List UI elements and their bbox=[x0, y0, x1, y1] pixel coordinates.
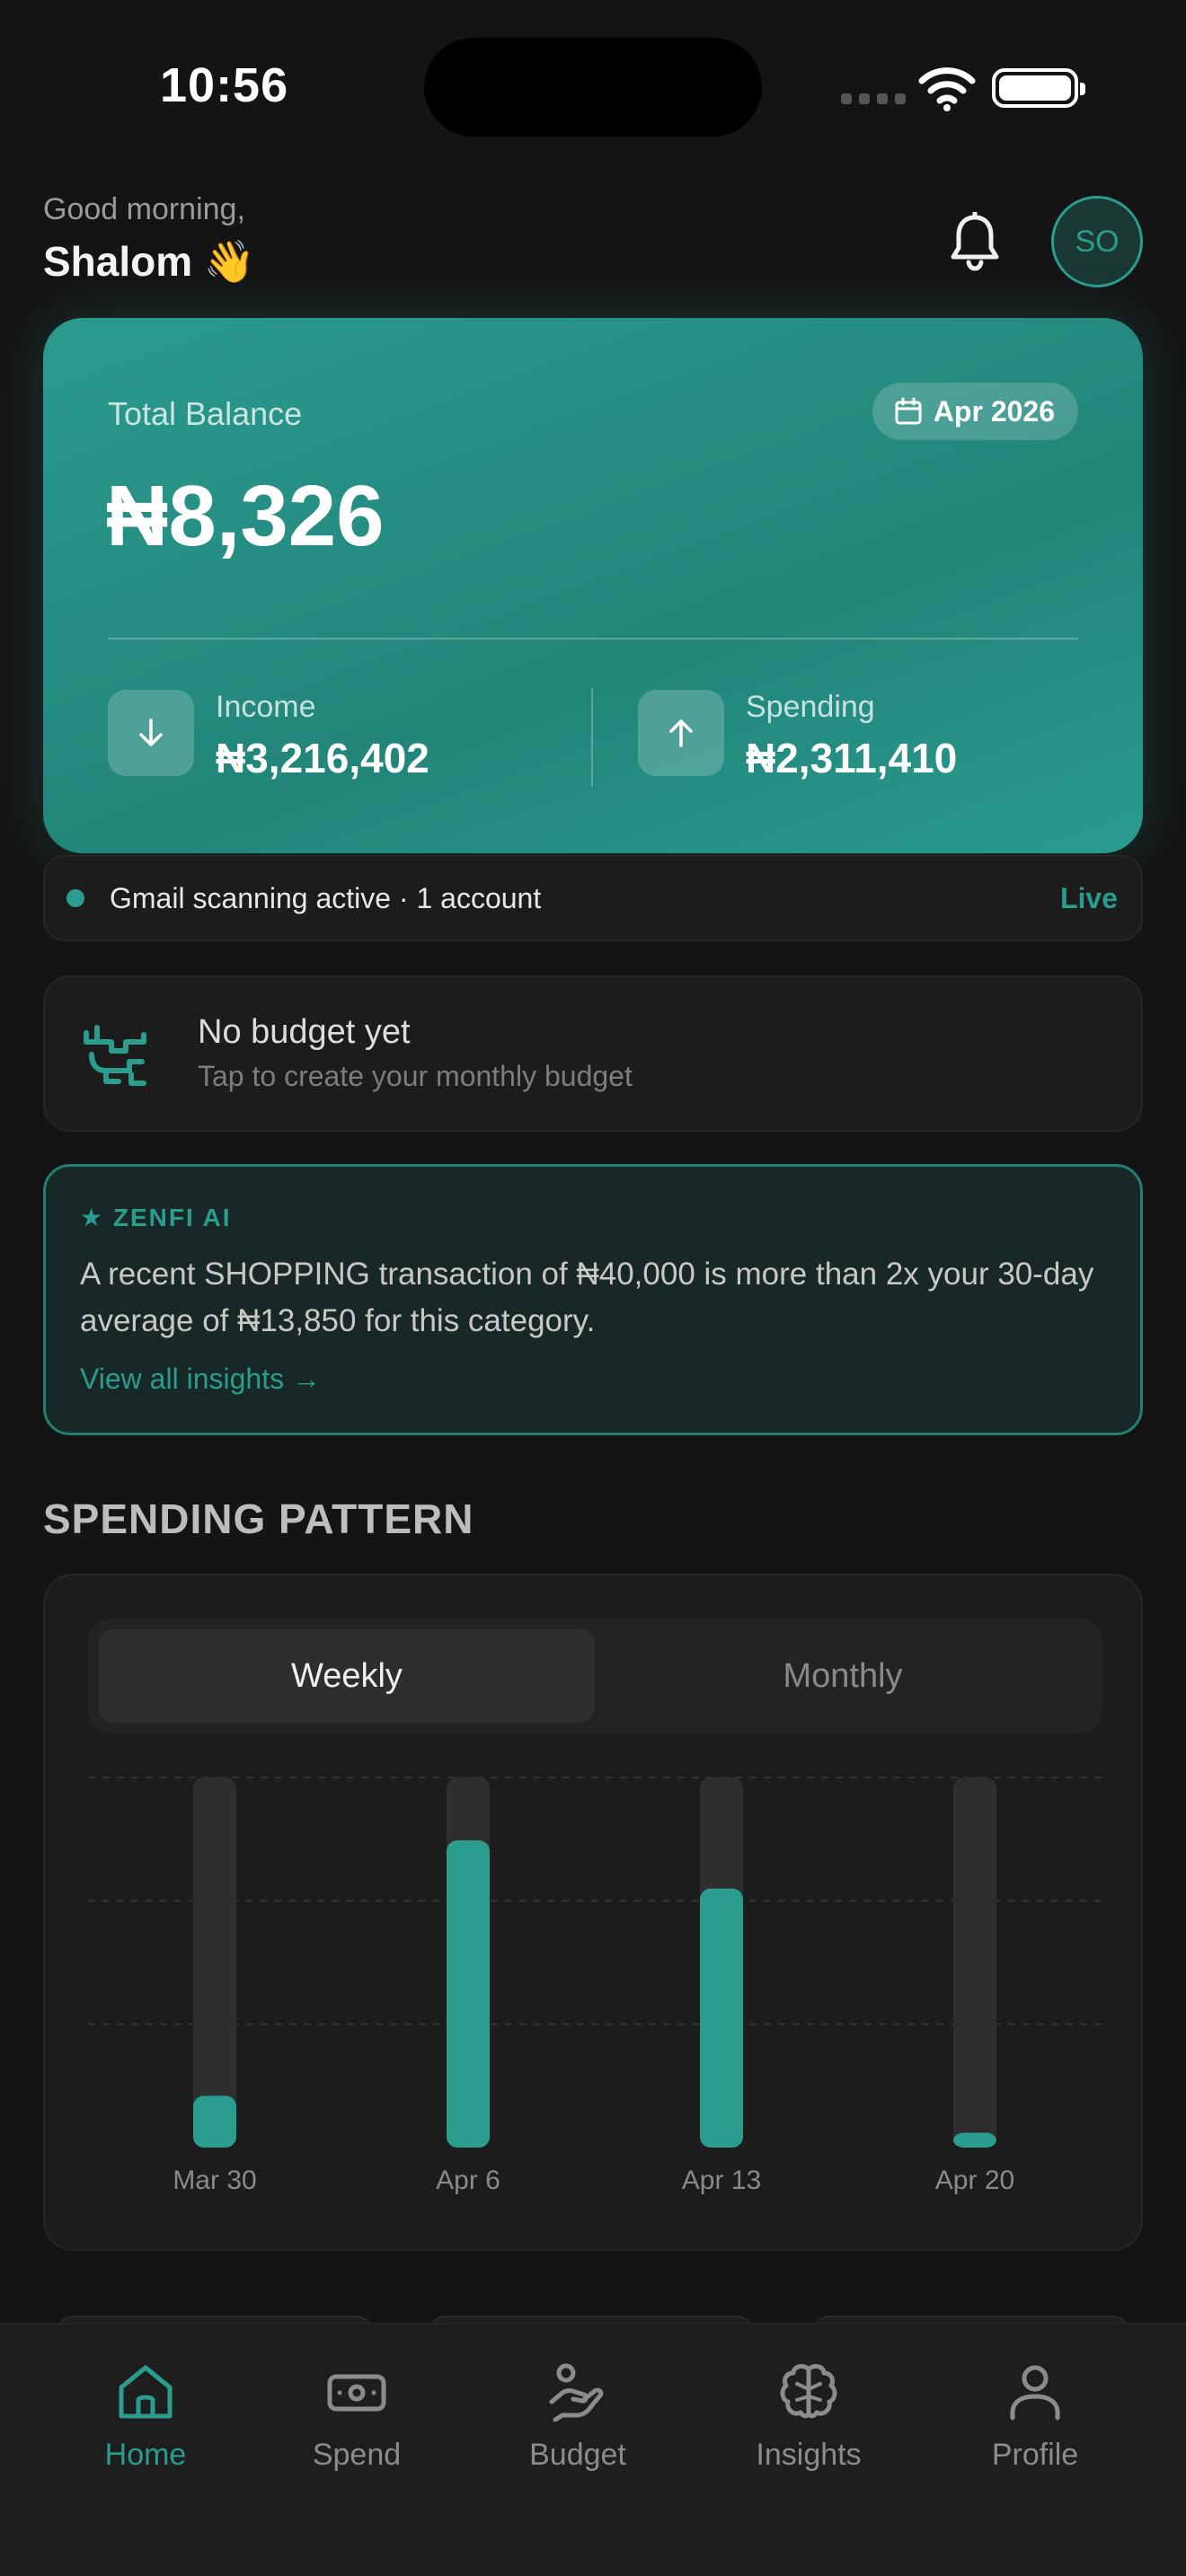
budget-subtitle: Tap to create your monthly budget bbox=[198, 1060, 633, 1092]
gmail-scanning-status[interactable]: Gmail scanning active · 1 account Live bbox=[43, 855, 1143, 941]
hand-coin-icon bbox=[549, 2363, 604, 2422]
home-screen: 10:56 Good morning, Shalom 👋 SO Total Ba… bbox=[0, 0, 1186, 2576]
bar bbox=[193, 2095, 236, 2148]
nav-spend[interactable]: Spend bbox=[276, 2360, 438, 2473]
spending-value: ₦2,311,410 bbox=[746, 735, 958, 781]
nav-label: Profile bbox=[991, 2438, 1079, 2472]
spending-chart-card: Weekly Monthly Mar 30 Apr 6 Apr 13 Apr 20 bbox=[43, 1574, 1143, 2251]
status-time: 10:56 bbox=[160, 58, 289, 112]
ai-insight-text: A recent SHOPPING transaction of ₦40,000… bbox=[80, 1257, 1094, 1338]
piggy-bank-icon bbox=[84, 1025, 146, 1086]
wifi-icon bbox=[918, 67, 976, 111]
bell-icon[interactable] bbox=[947, 212, 1003, 271]
balance-card[interactable]: Total Balance Apr 2026 ₦8,326 Income ₦3,… bbox=[43, 318, 1143, 853]
spending-label: Spending bbox=[746, 690, 875, 724]
bar bbox=[953, 2132, 996, 2148]
nav-profile[interactable]: Profile bbox=[954, 2360, 1116, 2473]
home-icon bbox=[119, 2365, 173, 2419]
dynamic-island bbox=[424, 38, 762, 137]
cellular-signal-icon bbox=[841, 93, 906, 104]
spending-bar-chart: Mar 30 Apr 6 Apr 13 Apr 20 bbox=[88, 1777, 1102, 2195]
nav-label: Spend bbox=[312, 2438, 402, 2472]
nav-home[interactable]: Home bbox=[65, 2360, 226, 2473]
nav-label: Budget bbox=[529, 2438, 626, 2472]
section-title: SPENDING PATTERN bbox=[43, 1495, 474, 1542]
x-tick-label: Apr 20 bbox=[935, 2166, 1014, 2195]
income-label: Income bbox=[216, 690, 316, 724]
ai-insight-card: ★ ZENFI AI A recent SHOPPING transaction… bbox=[43, 1164, 1143, 1435]
view-all-insights-link[interactable]: View all insights → bbox=[80, 1363, 321, 1396]
x-tick-label: Apr 13 bbox=[682, 2166, 761, 2195]
live-dot-icon bbox=[66, 889, 84, 907]
cash-icon bbox=[327, 2374, 386, 2412]
calendar-icon bbox=[895, 397, 922, 425]
avatar[interactable]: SO bbox=[1051, 196, 1143, 287]
income-summary[interactable]: Income ₦3,216,402 bbox=[108, 690, 429, 782]
ai-tag: ★ ZENFI AI bbox=[80, 1204, 232, 1231]
x-tick-label: Mar 30 bbox=[173, 2166, 256, 2195]
gmail-status-text: Gmail scanning active · 1 account bbox=[110, 881, 542, 914]
battery-icon bbox=[992, 68, 1085, 108]
user-name: Shalom 👋 bbox=[43, 238, 256, 285]
bottom-navigation: Home Spend Budget Insights Profile bbox=[0, 2323, 1186, 2576]
budget-title: No budget yet bbox=[198, 1013, 411, 1051]
stats-divider bbox=[591, 688, 593, 787]
create-budget-card[interactable]: No budget yet Tap to create your monthly… bbox=[43, 975, 1143, 1132]
nav-label: Home bbox=[104, 2438, 187, 2472]
spending-summary[interactable]: Spending ₦2,311,410 bbox=[638, 690, 957, 782]
balance-amount: ₦8,326 bbox=[106, 468, 385, 564]
period-label: Apr 2026 bbox=[933, 394, 1055, 428]
live-badge: Live bbox=[1059, 881, 1118, 914]
arrow-down-icon bbox=[108, 690, 194, 776]
income-value: ₦3,216,402 bbox=[216, 735, 429, 781]
balance-label: Total Balance bbox=[108, 395, 303, 432]
period-chip[interactable]: Apr 2026 bbox=[872, 383, 1078, 440]
greeting-text: Good morning, bbox=[43, 192, 245, 226]
user-icon bbox=[1010, 2365, 1060, 2421]
arrow-up-icon bbox=[638, 690, 724, 776]
nav-insights[interactable]: Insights bbox=[728, 2360, 890, 2473]
nav-budget[interactable]: Budget bbox=[497, 2360, 659, 2473]
bar bbox=[447, 1840, 490, 2148]
x-tick-label: Apr 6 bbox=[436, 2166, 500, 2195]
bar-track bbox=[193, 1778, 236, 2148]
card-divider bbox=[108, 638, 1078, 640]
bar bbox=[700, 1888, 743, 2148]
brain-icon bbox=[780, 2364, 837, 2419]
nav-label: Insights bbox=[756, 2438, 862, 2472]
bar-track bbox=[953, 1778, 996, 2148]
